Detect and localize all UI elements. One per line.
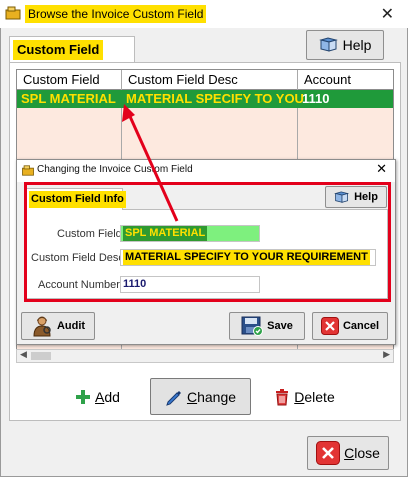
dialog-app-icon	[22, 165, 34, 176]
audit-button-label: Audit	[56, 320, 86, 332]
tab-custom-field[interactable]: Custom Field	[9, 36, 135, 62]
window-close-icon[interactable]: ✕	[381, 4, 394, 23]
window-titlebar: Browse the Invoice Custom Field ✕	[0, 0, 408, 28]
cell-custom-field: SPL MATERIAL	[21, 91, 116, 106]
save-disk-icon	[241, 316, 264, 336]
window-title: Browse the Invoice Custom Field	[25, 5, 207, 23]
dialog-titlebar: Changing the Invoice Custom Field ✕	[17, 160, 395, 182]
grid-header: Custom Field Custom Field Desc Account	[17, 70, 393, 90]
dialog-title: Changing the Invoice Custom Field	[37, 164, 193, 175]
save-button[interactable]: Save	[229, 312, 305, 340]
column-header-custom-field[interactable]: Custom Field	[23, 72, 100, 87]
cancel-button-label: Cancel	[342, 320, 380, 332]
audit-person-icon	[33, 316, 51, 337]
column-header-account[interactable]: Account	[304, 72, 351, 87]
column-header-custom-field-desc[interactable]: Custom Field Desc	[128, 72, 238, 87]
close-button[interactable]: Close	[307, 436, 389, 470]
window-app-icon	[5, 6, 21, 20]
scroll-left-icon[interactable]: ◀	[20, 350, 27, 360]
horizontal-scrollbar[interactable]: ◀ ▶	[16, 349, 394, 363]
help-book-icon	[318, 37, 338, 52]
dialog-close-icon[interactable]: ✕	[376, 162, 387, 177]
close-button-label: Close	[344, 445, 380, 461]
change-pencil-icon	[166, 390, 181, 406]
tab-custom-field-label: Custom Field	[13, 40, 104, 60]
audit-button[interactable]: Audit	[21, 312, 95, 340]
change-button-label: Change	[186, 388, 237, 405]
save-button-label: Save	[267, 320, 293, 332]
add-plus-icon	[76, 389, 91, 404]
cell-custom-field-desc: MATERIAL SPECIFY TO YOU	[126, 91, 304, 106]
close-x-icon	[316, 441, 341, 465]
delete-button-label: Delete	[294, 388, 335, 405]
add-button[interactable]: Add	[55, 380, 140, 413]
add-button-label: Add	[95, 388, 120, 405]
help-button[interactable]: Help	[306, 30, 384, 60]
delete-trash-icon	[276, 388, 289, 405]
cell-account: 1110	[302, 91, 330, 106]
table-row[interactable]: SPL MATERIAL MATERIAL SPECIFY TO YOU 111…	[17, 90, 393, 108]
cancel-x-icon	[320, 317, 339, 335]
annotation-highlight-box	[24, 182, 391, 302]
delete-button[interactable]: Delete	[257, 380, 352, 413]
cancel-button[interactable]: Cancel	[312, 312, 388, 340]
change-button[interactable]: Change	[150, 378, 251, 415]
scroll-thumb[interactable]	[31, 352, 51, 360]
scroll-right-icon[interactable]: ▶	[383, 350, 390, 360]
help-button-label: Help	[342, 37, 372, 53]
